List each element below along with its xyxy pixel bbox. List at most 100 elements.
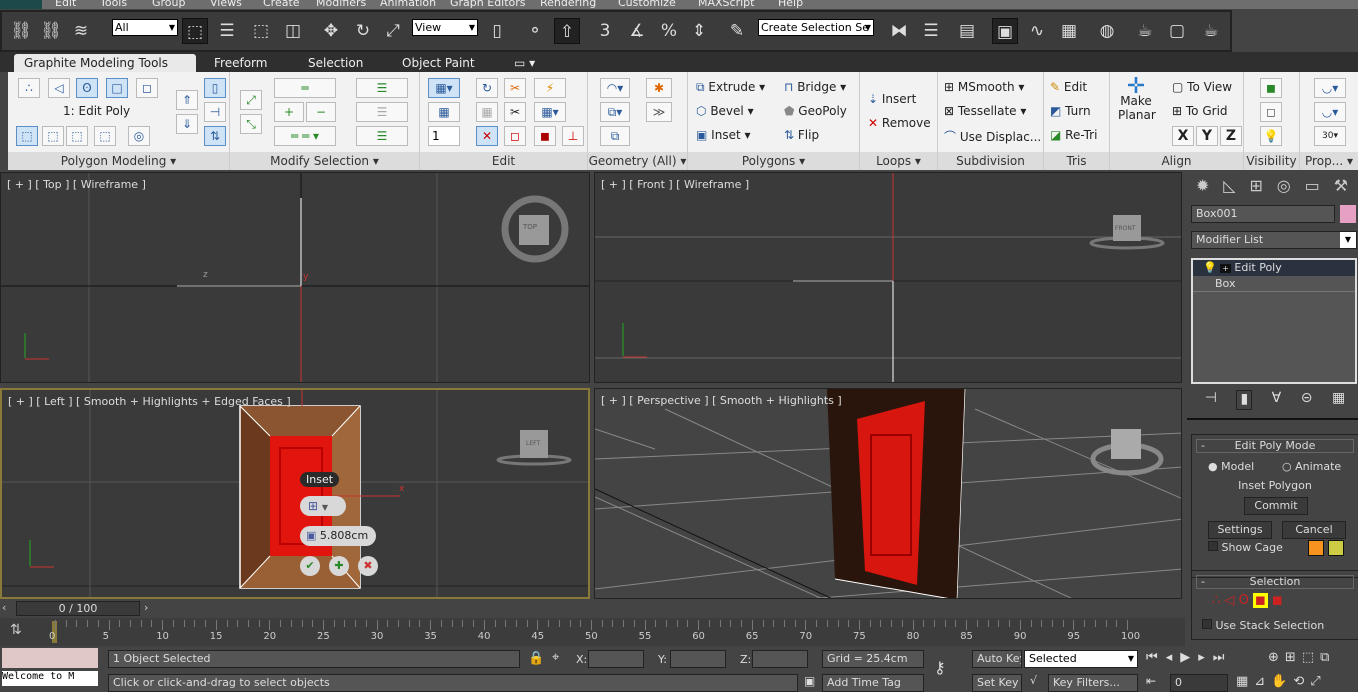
next-key-icon[interactable]: ▸ [1198, 650, 1213, 665]
hide-selected-icon[interactable]: ◼ [1260, 78, 1282, 98]
edit-tri-button[interactable]: ✎ Edit [1050, 80, 1087, 94]
menu-rendering[interactable]: Rendering [540, 0, 596, 9]
ring-mode-icon[interactable]: ☰ [356, 126, 408, 146]
rotate-icon[interactable]: ↻ [350, 18, 376, 44]
edge-icon[interactable]: ◁ [1224, 593, 1234, 608]
create-tab-icon[interactable]: ✹ [1196, 176, 1209, 200]
viewport-left[interactable]: [ + ] [ Left ] [ Smooth + Highlights + E… [0, 388, 590, 599]
window-crossing-icon[interactable]: ◫ [280, 18, 306, 44]
msmooth-button[interactable]: ⊞ MSmooth ▾ [944, 80, 1024, 94]
viewport-label[interactable]: [ + ] [ Perspective ] [ Smooth + Highlig… [601, 394, 842, 407]
inset-amount-field[interactable]: ▣ 5.808cm [300, 526, 376, 546]
border-icon[interactable]: ʘ [1239, 593, 1249, 608]
spinner-snap-icon[interactable]: ⇕ [686, 18, 712, 44]
zoom-all-icon[interactable]: ⊞ [1285, 650, 1302, 665]
graphite-toggle-icon[interactable]: ▣ [992, 18, 1018, 44]
extrude-button[interactable]: ⧉ Extrude ▾ [696, 80, 765, 95]
field-of-view-icon[interactable]: ⊿ [1254, 674, 1271, 689]
to-grid-button[interactable]: ⊞ To Grid [1172, 104, 1228, 118]
ignore-backfacing-icon[interactable]: ⬚ [42, 126, 64, 146]
flip-button[interactable]: ⇅ Flip [784, 128, 819, 142]
absolute-mode-icon[interactable]: ⌖ [552, 650, 559, 665]
rendered-frame-icon[interactable]: ▢ [1164, 18, 1190, 44]
paint-connect-icon[interactable]: ▦▾ [534, 102, 566, 122]
show-cage-icon[interactable]: ⬚ [94, 126, 116, 146]
prev-frame-icon[interactable]: ‹ [2, 601, 14, 615]
unhide-all-icon[interactable]: 💡 [1260, 126, 1282, 146]
delete-isolated-icon[interactable]: ✕ [476, 126, 498, 146]
tab-graphite-modeling-tools[interactable]: Graphite Modeling Tools [14, 54, 196, 72]
rollout-header[interactable]: - Selection [1196, 575, 1354, 589]
utilities-tab-icon[interactable]: ⚒ [1334, 176, 1348, 200]
use-stack-selection-checkbox[interactable]: Use Stack Selection [1202, 619, 1324, 632]
viewport-front[interactable]: [ + ] [ Front ] [ Wireframe ] FRONT [594, 172, 1182, 383]
bevel-button[interactable]: ⬡ Bevel ▾ [696, 104, 754, 118]
show-end-result-icon[interactable]: ▮ [1236, 390, 1253, 410]
maxscript-output[interactable]: Welcome to M [2, 671, 98, 686]
time-slider-thumb[interactable]: 0 / 100 [16, 601, 140, 616]
menu-customize[interactable]: Customize [618, 0, 676, 9]
grow-ring-icon[interactable]: ☰ [356, 102, 408, 122]
viewcube-left[interactable]: LEFT [526, 440, 540, 447]
commit-button[interactable]: Commit [1244, 497, 1308, 515]
percent-snap-icon[interactable]: % [656, 18, 682, 44]
caddy-ok-icon[interactable]: ✔ [300, 556, 320, 576]
previous-key-icon[interactable]: ◂ [1166, 650, 1181, 665]
polygon-mode-icon[interactable]: □ [106, 78, 128, 98]
y-coordinate-field[interactable] [670, 650, 726, 668]
retri-button[interactable]: ◪ Re-Tri [1050, 128, 1097, 142]
show-cage-checkbox[interactable]: Show Cage [1208, 541, 1283, 554]
hide-unselected-icon[interactable]: ◻ [1260, 102, 1282, 122]
grow-loop-icon[interactable]: + [274, 102, 304, 122]
material-editor-icon[interactable]: ◍ [1094, 18, 1120, 44]
inset-button[interactable]: ▣ Inset ▾ [696, 128, 751, 142]
use-displacement-button[interactable]: ⌒ Use Displac... [944, 128, 1041, 145]
cancel-button[interactable]: Cancel [1282, 521, 1346, 539]
align-x-button[interactable]: X [1172, 126, 1194, 146]
bind-space-warp-icon[interactable]: ≋ [68, 18, 94, 44]
play-icon[interactable]: ▶ [1180, 650, 1198, 665]
render-setup-icon[interactable]: ☕ [1132, 18, 1158, 44]
turn-button[interactable]: ◩ Turn [1050, 104, 1091, 118]
time-slider[interactable]: ‹ 0 / 100 › [0, 600, 1185, 618]
time-config-icon[interactable]: ▦ [1236, 674, 1254, 689]
x-coordinate-field[interactable] [588, 650, 644, 668]
render-icon[interactable]: ☕ [1198, 18, 1224, 44]
lock-icon[interactable]: 🔒 [528, 651, 544, 666]
hierarchy-tab-icon[interactable]: ⊞ [1249, 176, 1262, 200]
element-icon[interactable]: ◼ [1272, 593, 1283, 608]
align-icon[interactable]: ☰ [918, 18, 944, 44]
loop-icon[interactable]: ═ [274, 78, 336, 98]
key-filters-button[interactable]: Key Filters... [1048, 674, 1138, 692]
orbit-icon[interactable]: ⟲ [1293, 674, 1310, 689]
align-z-button[interactable]: Z [1220, 126, 1242, 146]
motion-tab-icon[interactable]: ◎ [1277, 176, 1291, 200]
polygon-icon[interactable]: ◼ [1252, 593, 1268, 608]
manipulate-icon[interactable]: ⚬ [522, 18, 548, 44]
curve-editor-icon[interactable]: ∿ [1024, 18, 1050, 44]
smooth-30-icon[interactable]: 30▾ [1314, 126, 1346, 146]
edge-mode-icon[interactable]: ◁ [48, 78, 70, 98]
collapse-icon[interactable]: ≫ [646, 102, 672, 122]
go-to-end-icon[interactable]: ⏭ [1213, 650, 1233, 665]
soft-selection-icon[interactable]: ◎ [128, 126, 150, 146]
preserve-uvs-icon[interactable]: ⬚ [16, 126, 38, 146]
tab-freeform[interactable]: Freeform [204, 54, 277, 72]
next-frame-icon[interactable]: › [144, 601, 156, 615]
cut-icon[interactable]: ✂ [504, 102, 526, 122]
rollout-header[interactable]: - Edit Poly Mode [1196, 439, 1354, 453]
caddy-apply-icon[interactable]: ✚ [329, 556, 349, 576]
viewport-top[interactable]: [ + ] [ Top ] [ Wireframe ] TOP z y [0, 172, 590, 383]
viewport-label[interactable]: [ + ] [ Front ] [ Wireframe ] [601, 178, 749, 191]
cage-color-swatch[interactable] [1308, 540, 1324, 556]
select-object-icon[interactable]: ⬚ [182, 18, 208, 44]
menu-help[interactable]: Help [778, 0, 803, 9]
stack-item-edit-poly[interactable]: 💡 + Edit Poly [1193, 260, 1355, 276]
spinner-field[interactable]: 1 [428, 126, 460, 146]
snaps-toggle-icon[interactable]: 3 [592, 18, 618, 44]
by-angle-icon[interactable]: ⬚ [66, 126, 88, 146]
default-tangent-icon[interactable]: √ [1030, 674, 1037, 687]
viewcube-top[interactable]: TOP [523, 223, 537, 231]
vertex-icon[interactable]: ∴ [1212, 593, 1220, 608]
selection-filter-dropdown[interactable]: All [112, 19, 178, 36]
